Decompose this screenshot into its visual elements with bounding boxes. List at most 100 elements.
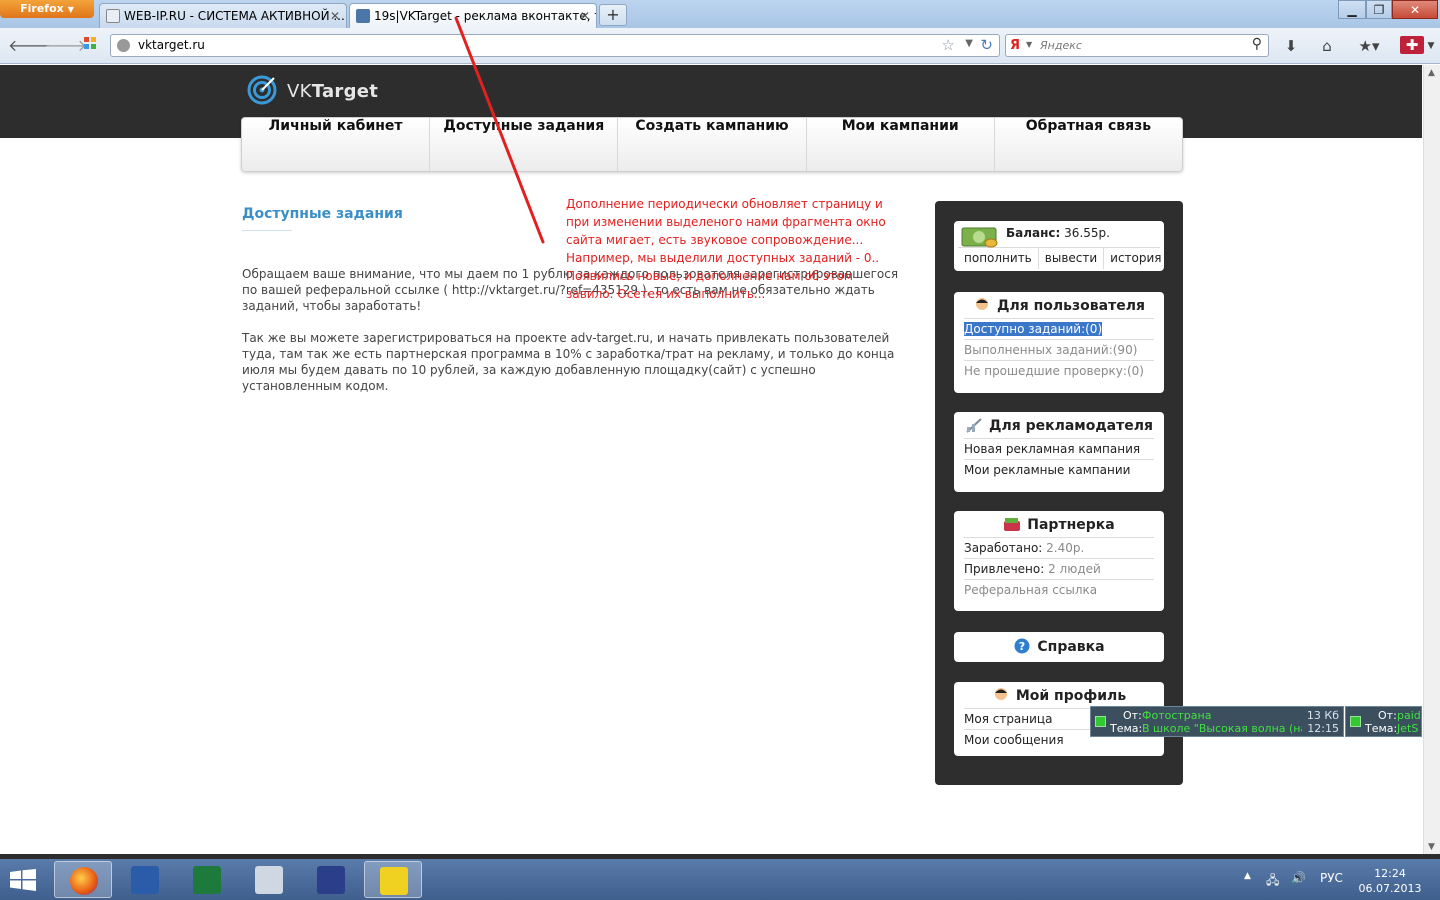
search-placeholder[interactable]: Яндекс	[1040, 39, 1082, 52]
chevron-down-icon[interactable]: ▼	[1424, 36, 1438, 56]
chevron-down-icon[interactable]: ▼	[1026, 40, 1032, 49]
partner-widget-header: Партнерка	[954, 513, 1164, 537]
money-icon	[961, 227, 998, 248]
network-icon[interactable]: 🖧	[1266, 871, 1279, 892]
bookmarks-menu-icon[interactable]: ★▾	[1352, 36, 1386, 56]
annotation-text: Дополнение периодически обновляет страни…	[566, 197, 886, 301]
withdraw-link[interactable]: вывести	[1039, 248, 1105, 269]
apps-grid-icon[interactable]	[80, 36, 100, 56]
chart-pencil-icon	[966, 418, 982, 433]
subject-value: JetS	[1397, 722, 1419, 735]
target-logo-icon	[247, 75, 277, 105]
invited-row: Привлечено: 2 людей	[964, 558, 1154, 579]
close-window-button[interactable]: ✕	[1392, 0, 1438, 19]
home-icon[interactable]: ⌂	[1316, 36, 1338, 56]
taskbar-thebat[interactable]	[364, 861, 422, 898]
subject-label: Тема:	[1365, 722, 1398, 735]
earned-row: Заработано: 2.40р.	[964, 537, 1154, 558]
balance-label: Баланс:	[1006, 226, 1061, 240]
mail-time: 12:15	[1307, 722, 1339, 735]
bookmark-star-icon[interactable]: ☆	[942, 36, 955, 54]
url-text[interactable]: vktarget.ru	[138, 38, 205, 52]
page-scrollbar[interactable]	[1423, 65, 1440, 854]
available-tasks-link[interactable]: Доступно заданий:(0)	[964, 318, 1154, 339]
mail-notification[interactable]: От: paid Тема: JetS	[1345, 706, 1422, 737]
calculator-icon	[255, 866, 283, 894]
from-label: От:	[1123, 709, 1142, 722]
volume-icon[interactable]: 🔊	[1291, 871, 1306, 885]
balance-value: 36.55р.	[1064, 226, 1110, 240]
mail-notification[interactable]: От: Фотострана Тема: В школе "Высокая во…	[1090, 706, 1344, 737]
close-tab-icon[interactable]: ✕	[580, 4, 590, 28]
menu-item-feedback[interactable]: Обратная связь	[995, 118, 1182, 171]
windows-start-icon[interactable]	[10, 869, 36, 891]
taskbar-excel[interactable]	[178, 861, 236, 898]
mail-size: 13 Кб	[1306, 709, 1339, 722]
downloads-icon[interactable]: ⬇	[1280, 36, 1302, 56]
forward-button[interactable]: 🡒	[44, 36, 87, 56]
search-bar[interactable]: Я ▼ Яндекс ⚲	[1005, 34, 1269, 57]
taskbar-firefox[interactable]	[54, 861, 112, 898]
partner-widget-title: Партнерка	[1027, 517, 1115, 533]
back-button[interactable]: 🡐	[8, 36, 51, 56]
menu-item-tasks[interactable]: Доступные задания	[430, 118, 619, 171]
browser-tab-webip[interactable]: WEB-IP.RU - СИСТЕМА АКТИВНОЙ ... ✕	[99, 3, 347, 28]
bat-mail-icon	[380, 867, 408, 895]
earned-value: 2.40р.	[1046, 541, 1085, 555]
taskbar-calculator[interactable]	[240, 861, 298, 898]
windows-taskbar: ▲ 🖧 🔊 РУС	[0, 859, 1440, 900]
navigation-toolbar: 🡐 🡒 vktarget.ru ☆ ▼ ↻ Я ▼ Яндекс ⚲ ⬇ ⌂ ★…	[0, 28, 1440, 64]
globe-icon	[117, 39, 130, 52]
subject-label: Тема:	[1110, 722, 1143, 735]
taskbar-save-app[interactable]	[302, 861, 360, 898]
scroll-down-icon[interactable]: ▼	[1425, 842, 1438, 852]
unchecked-tasks-link[interactable]: Не прошедшие проверку:(0)	[964, 360, 1154, 381]
user-widget-title: Для пользователя	[997, 298, 1145, 314]
available-tasks-text: Доступно заданий:(0)	[964, 322, 1103, 336]
system-clock[interactable]: 12:24 06.07.2013	[1355, 866, 1425, 896]
my-ad-campaigns-link[interactable]: Мои рекламные кампании	[964, 459, 1154, 480]
tray-expand-icon[interactable]: ▲	[1244, 871, 1251, 881]
word-icon	[131, 866, 159, 894]
tab-label: WEB-IP.RU - СИСТЕМА АКТИВНОЙ ...	[124, 9, 345, 23]
browser-tab-vktarget[interactable]: 19s|VKTarget - реклама вконтакте, т... ✕	[349, 3, 597, 28]
search-icon[interactable]: ⚲	[1252, 36, 1262, 52]
invited-value: 2 людей	[1048, 562, 1101, 576]
menu-item-my-campaigns[interactable]: Мои кампании	[807, 118, 995, 171]
scroll-up-icon[interactable]: ▲	[1425, 68, 1438, 78]
reload-icon[interactable]: ↻	[980, 36, 993, 54]
history-link[interactable]: история	[1104, 248, 1167, 269]
user-avatar-icon	[994, 688, 1007, 700]
menu-item-cabinet[interactable]: Личный кабинет	[242, 118, 431, 171]
addon-icon[interactable]: ✚	[1400, 36, 1424, 54]
user-widget: Для пользователя Доступно заданий:(0) Вы…	[954, 292, 1164, 393]
new-tab-button[interactable]: +	[599, 4, 627, 26]
wallet-icon	[1004, 518, 1021, 531]
firefox-icon	[70, 867, 98, 895]
firefox-menu-button[interactable]: Firefox ▼	[0, 0, 94, 18]
menu-item-create-campaign[interactable]: Создать кампанию	[618, 118, 807, 171]
clock-time: 12:24	[1374, 867, 1406, 880]
balance-text: Баланс: 36.55р.	[1006, 226, 1110, 240]
input-language[interactable]: РУС	[1320, 871, 1343, 885]
completed-tasks-link[interactable]: Выполненных заданий:(90)	[964, 339, 1154, 360]
new-campaign-link[interactable]: Новая рекламная кампания	[964, 438, 1154, 459]
adv-target-paragraph: Так же вы можете зарегистрироваться на п…	[242, 331, 895, 393]
address-bar[interactable]: vktarget.ru ☆ ▼ ↻	[110, 34, 1000, 57]
floppy-disk-icon	[317, 866, 345, 894]
close-tab-icon[interactable]: ✕	[330, 4, 340, 28]
minimize-button[interactable]: ▁	[1338, 0, 1366, 19]
mail-status-icon	[1095, 716, 1106, 727]
help-question-icon: ?	[1014, 638, 1030, 654]
maximize-button[interactable]: ❐	[1366, 0, 1392, 19]
advertiser-widget-header: Для рекламодателя	[954, 414, 1164, 438]
user-widget-header: Для пользователя	[954, 294, 1164, 318]
chevron-down-icon[interactable]: ▼	[965, 38, 973, 49]
topup-link[interactable]: пополнить	[958, 248, 1039, 269]
taskbar-word[interactable]	[116, 861, 174, 898]
yandex-logo-icon[interactable]: Я	[1010, 38, 1020, 53]
referral-link[interactable]: Реферальная ссылка	[964, 579, 1154, 600]
help-widget[interactable]: ? Справка	[954, 632, 1164, 662]
webip-favicon-icon	[106, 9, 120, 23]
user-avatar-icon	[976, 298, 989, 310]
